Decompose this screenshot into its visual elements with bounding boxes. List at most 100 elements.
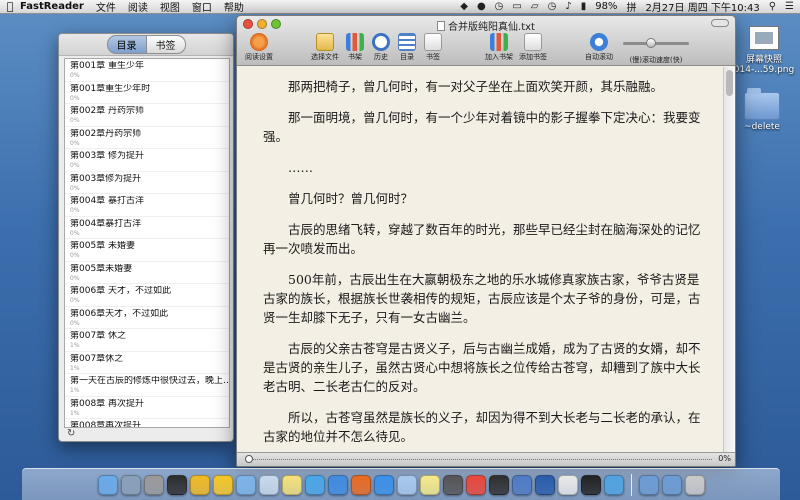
desktop-delete-folder[interactable]: ~delete xyxy=(726,88,798,132)
app-store-icon[interactable] xyxy=(327,474,348,495)
status-area: ◆ ● ◷ ▭ ▱ ◷ ♪ ▮ 98% 拼 2月27日 周四 下午10:43 ⚲… xyxy=(460,0,800,14)
menu-file[interactable]: 文件 xyxy=(96,0,116,14)
toc-item-title: 第002章 丹药宗师 xyxy=(70,106,145,116)
toc-item[interactable]: 第一天在古辰的修炼中很快过去，晚上… 1% xyxy=(65,374,229,397)
itunes-icon[interactable] xyxy=(304,474,325,495)
toc-item[interactable]: 第007章 休之 1% xyxy=(65,329,229,352)
trash-icon[interactable] xyxy=(684,474,705,495)
reading-progress-slider[interactable] xyxy=(245,455,712,463)
toc-item[interactable]: 第006章天才，不过如此 0% xyxy=(65,307,229,329)
qq-icon[interactable] xyxy=(488,474,509,495)
chrome-icon[interactable] xyxy=(465,474,486,495)
documents-icon[interactable] xyxy=(661,474,682,495)
battery-icon[interactable]: ▮ xyxy=(581,1,587,12)
toc-item[interactable]: 第002章丹药宗师 0% xyxy=(65,127,229,149)
notification-center-icon[interactable]: ☰ xyxy=(785,1,794,12)
toc-item-progress: 0% xyxy=(70,94,80,102)
folder-icon xyxy=(316,33,334,51)
toc-item[interactable]: 第005章 未婚妻 0% xyxy=(65,239,229,262)
reading-progress-knob[interactable] xyxy=(245,455,253,463)
mail-icon[interactable] xyxy=(396,474,417,495)
vertical-scrollbar[interactable] xyxy=(723,67,735,454)
auto-scroll-label: 自动滚动 xyxy=(585,53,613,61)
toc-item[interactable]: 第008章再次提升1% xyxy=(65,419,229,428)
textedit-icon[interactable] xyxy=(557,474,578,495)
menu-view[interactable]: 视图 xyxy=(160,0,180,14)
calculator-icon[interactable] xyxy=(442,474,463,495)
toc-item-title: 第002章丹药宗师 xyxy=(70,128,142,139)
qq-status-icon[interactable]: ● xyxy=(477,1,486,12)
xcode-icon[interactable] xyxy=(511,474,532,495)
toc-item[interactable]: 第004章暴打古洋 0% xyxy=(65,217,229,239)
text-paragraph: 那两把椅子，曾几何时，有一对父子坐在上面欢笑开颜，其乐融融。 xyxy=(288,79,664,94)
toc-item[interactable]: 第003章 修为提升 0% xyxy=(65,149,229,172)
image-file-icon xyxy=(749,26,779,50)
toc-item[interactable]: 第001章 重生少年 0% xyxy=(65,59,229,82)
activity-monitor-icon[interactable] xyxy=(166,474,187,495)
clock[interactable]: 2月27日 周四 下午10:43 xyxy=(645,0,759,14)
time-machine-icon[interactable]: ◷ xyxy=(495,1,504,12)
add-bookmark-label: 添加书签 xyxy=(519,53,547,61)
spotlight-icon[interactable]: ⚲ xyxy=(769,1,776,12)
stickies-icon[interactable] xyxy=(419,474,440,495)
notes-icon[interactable] xyxy=(281,474,302,495)
toc-item[interactable]: 第008章 再次提升 1% xyxy=(65,397,229,419)
menu-read[interactable]: 阅读 xyxy=(128,0,148,14)
tab-bookmarks[interactable]: 书签 xyxy=(146,35,186,54)
toc-item[interactable]: 第004章 暴打古洋 0% xyxy=(65,194,229,217)
status-bar: 0% xyxy=(237,452,735,466)
scrollbar-thumb[interactable] xyxy=(726,70,733,96)
weibo-icon[interactable] xyxy=(212,474,233,495)
toc-item-title: 第007章休之 xyxy=(70,353,124,364)
add-bookmark-button[interactable]: 添加书签 xyxy=(511,33,555,62)
toc-item[interactable]: 第007章休之 1% xyxy=(65,352,229,374)
tab-contents[interactable]: 目录 xyxy=(106,35,147,54)
scroll-speed-slider[interactable] xyxy=(623,38,689,48)
wifi-icon[interactable]: ◷ xyxy=(548,1,557,12)
toc-list[interactable]: 第001章 重生少年 0% 第001章重生少年时 0% 第002章 丹药宗师 0% 第002… xyxy=(64,58,230,428)
system-prefs-icon[interactable] xyxy=(143,474,164,495)
toc-item-progress: 0% xyxy=(70,184,80,192)
app-menu[interactable]: FastReader xyxy=(20,1,84,12)
word-icon[interactable] xyxy=(534,474,555,495)
reading-settings-button[interactable]: 阅读设置 xyxy=(237,33,281,62)
reading-area[interactable]: 那两把椅子，曾几何时，有一对父子坐在上面欢笑开颜，其乐融融。 那一面明境，曾几何时… xyxy=(237,67,725,454)
apple-menu-icon[interactable]:  xyxy=(0,0,20,13)
toc-item[interactable]: 第001章重生少年时 0% xyxy=(65,82,229,104)
terminal-icon[interactable] xyxy=(580,474,601,495)
input-method[interactable]: 拼 xyxy=(626,0,636,14)
refresh-icon[interactable]: ↻ xyxy=(67,428,75,439)
airplay-icon[interactable]: ▭ xyxy=(512,1,521,12)
desktop-screenshot-filename: 014-...59.png xyxy=(733,65,795,75)
bluetooth-icon[interactable]: ▱ xyxy=(531,1,539,12)
toc-item-title: 第008章再次提升 xyxy=(70,421,142,428)
bookmark-button[interactable]: 书签 xyxy=(411,33,455,62)
volume-icon[interactable]: ♪ xyxy=(565,1,571,12)
reading-progress-percent: 0% xyxy=(718,454,731,463)
finder-icon[interactable] xyxy=(97,474,118,495)
toolbar-toggle-button[interactable] xyxy=(711,19,729,27)
safari-icon[interactable] xyxy=(373,474,394,495)
downloads-icon[interactable] xyxy=(638,474,659,495)
title-bar[interactable]: 合并版纯阳真仙.txt 阅读设置 选择文件 书架 历史 目录 书签 加入书架 添… xyxy=(237,16,735,66)
toc-item[interactable]: 第006章 天才，不过如此 0% xyxy=(65,284,229,307)
qq-music-icon[interactable] xyxy=(189,474,210,495)
photo-icon[interactable] xyxy=(258,474,279,495)
toolbar: 阅读设置 选择文件 书架 历史 目录 书签 加入书架 添加书签 自动滚动 (慢)… xyxy=(237,33,735,66)
dropbox-icon[interactable]: ◆ xyxy=(460,1,468,12)
toc-item[interactable]: 第005章未婚妻 0% xyxy=(65,262,229,284)
scroll-speed-knob[interactable] xyxy=(645,38,656,48)
menu-help[interactable]: 帮助 xyxy=(224,0,244,14)
toc-item-title: 第一天在古辰的修炼中很快过去，晚上… xyxy=(70,376,229,386)
desktop-screenshot-file[interactable]: 屏幕快照 014-...59.png xyxy=(728,26,800,75)
add-bookmark-icon xyxy=(524,33,542,51)
firefox-icon[interactable] xyxy=(350,474,371,495)
fastreader-icon[interactable] xyxy=(603,474,624,495)
toc-item[interactable]: 第002章 丹药宗师 0% xyxy=(65,104,229,127)
window-title: 合并版纯阳真仙.txt xyxy=(237,18,735,33)
preview-icon[interactable] xyxy=(235,474,256,495)
menu-window[interactable]: 窗口 xyxy=(192,0,212,14)
launchpad-icon[interactable] xyxy=(120,474,141,495)
toc-item[interactable]: 第003章修为提升 0% xyxy=(65,172,229,194)
toc-item-progress: 0% xyxy=(70,139,80,147)
